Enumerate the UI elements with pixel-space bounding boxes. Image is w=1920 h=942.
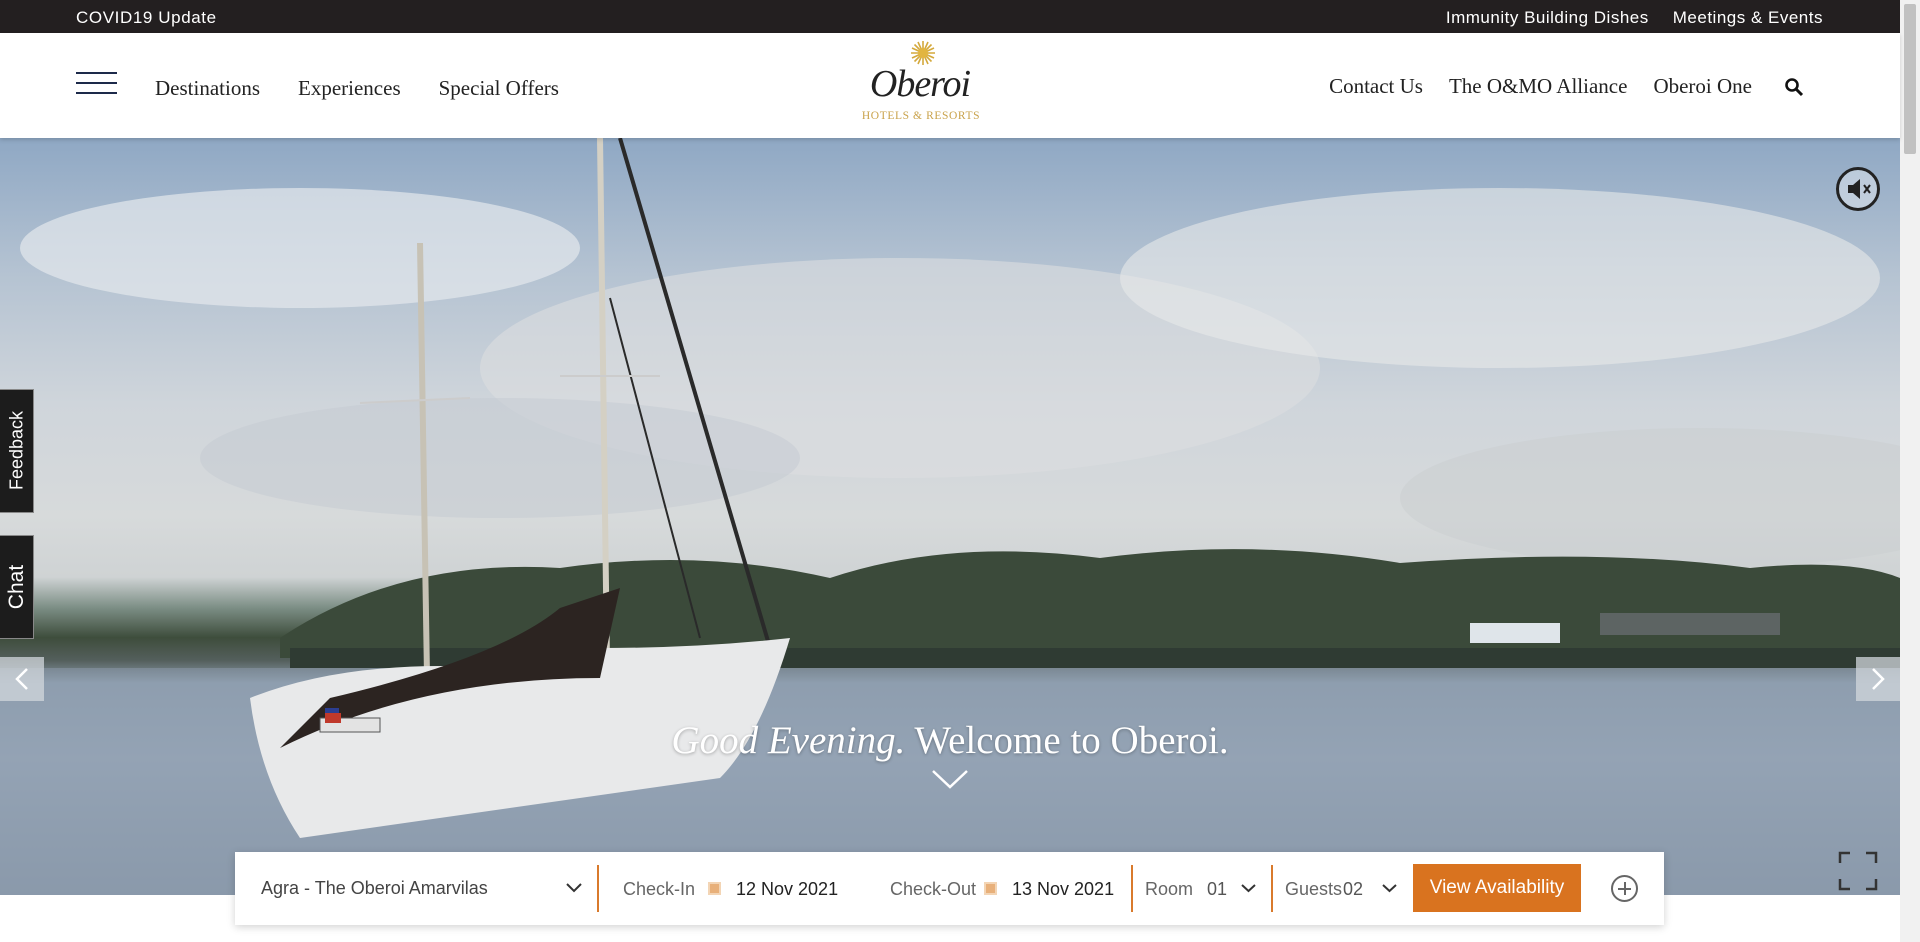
- chevron-down-icon[interactable]: [1241, 883, 1256, 893]
- chat-tab[interactable]: Chat: [0, 535, 34, 639]
- nav-destinations[interactable]: Destinations: [155, 76, 260, 101]
- covid-update-link[interactable]: COVID19 Update: [76, 8, 217, 28]
- chevron-down-icon[interactable]: [1382, 883, 1397, 893]
- divider: [1271, 865, 1273, 912]
- calendar-icon[interactable]: [708, 882, 721, 895]
- nav-contact-us[interactable]: Contact Us: [1329, 74, 1423, 99]
- logo-subtitle: HOTELS & RESORTS: [861, 110, 981, 122]
- feedback-label: Feedback: [6, 410, 27, 491]
- main-header: Destinations Experiences Special Offers …: [0, 33, 1900, 138]
- hero-video: Good Evening. Welcome to Oberoi.: [0, 138, 1900, 895]
- carousel-prev-button[interactable]: [0, 657, 44, 701]
- carousel-next-button[interactable]: [1856, 657, 1900, 701]
- checkin-label: Check-In: [623, 879, 696, 899]
- greeting-text: Good Evening.: [671, 719, 906, 762]
- chevron-left-icon: [15, 668, 28, 690]
- meetings-events-link[interactable]: Meetings & Events: [1673, 8, 1823, 28]
- speaker-muted-icon: [1848, 179, 1871, 199]
- scroll-down-chevron-icon[interactable]: [931, 768, 969, 790]
- nav-experiences[interactable]: Experiences: [298, 76, 401, 101]
- calendar-icon[interactable]: [984, 882, 997, 895]
- primary-nav: Destinations Experiences Special Offers: [155, 76, 559, 101]
- hero-greeting: Good Evening. Welcome to Oberoi.: [0, 718, 1900, 763]
- oberoi-logo[interactable]: Oberoi HOTELS & RESORTS: [855, 40, 985, 128]
- menu-hamburger-icon[interactable]: [76, 72, 117, 96]
- guests-count[interactable]: 02: [1343, 879, 1363, 900]
- page-scrollbar[interactable]: [1900, 0, 1920, 942]
- fullscreen-icon[interactable]: [1838, 851, 1878, 891]
- guests-label: Guests: [1285, 879, 1343, 899]
- nav-oberoi-one[interactable]: Oberoi One: [1653, 74, 1752, 99]
- secondary-nav: Contact Us The O&MO Alliance Oberoi One: [1329, 74, 1804, 99]
- checkin-date[interactable]: 12 Nov 2021: [736, 879, 838, 900]
- top-utility-bar: COVID19 Update Immunity Building Dishes …: [0, 0, 1920, 33]
- mute-toggle-button[interactable]: [1836, 167, 1880, 211]
- room-label: Room: [1145, 879, 1194, 899]
- immunity-dishes-link[interactable]: Immunity Building Dishes: [1446, 8, 1649, 28]
- chat-label: Chat: [5, 564, 28, 610]
- welcome-text: Welcome to Oberoi.: [914, 719, 1229, 762]
- chevron-down-icon[interactable]: [565, 880, 583, 894]
- checkout-date[interactable]: 13 Nov 2021: [1012, 879, 1114, 900]
- nav-omo-alliance[interactable]: The O&MO Alliance: [1449, 74, 1627, 99]
- search-icon[interactable]: [1784, 77, 1804, 97]
- divider: [1131, 865, 1133, 912]
- chevron-right-icon: [1872, 668, 1885, 690]
- add-plus-icon[interactable]: [1611, 875, 1638, 902]
- view-availability-button[interactable]: View Availability: [1413, 864, 1581, 912]
- top-utility-links: Immunity Building Dishes Meetings & Even…: [1446, 8, 1823, 28]
- room-count[interactable]: 01: [1207, 879, 1227, 900]
- logo-wordmark: Oberoi: [869, 63, 971, 105]
- scrollbar-thumb[interactable]: [1904, 4, 1916, 154]
- nav-special-offers[interactable]: Special Offers: [439, 76, 559, 101]
- checkout-label: Check-Out: [890, 879, 977, 899]
- hotel-select[interactable]: Agra - The Oberoi Amarvilas: [261, 878, 488, 899]
- feedback-tab[interactable]: Feedback: [0, 389, 34, 513]
- booking-widget: Agra - The Oberoi Amarvilas Check-In 12 …: [235, 852, 1664, 925]
- divider: [597, 865, 599, 912]
